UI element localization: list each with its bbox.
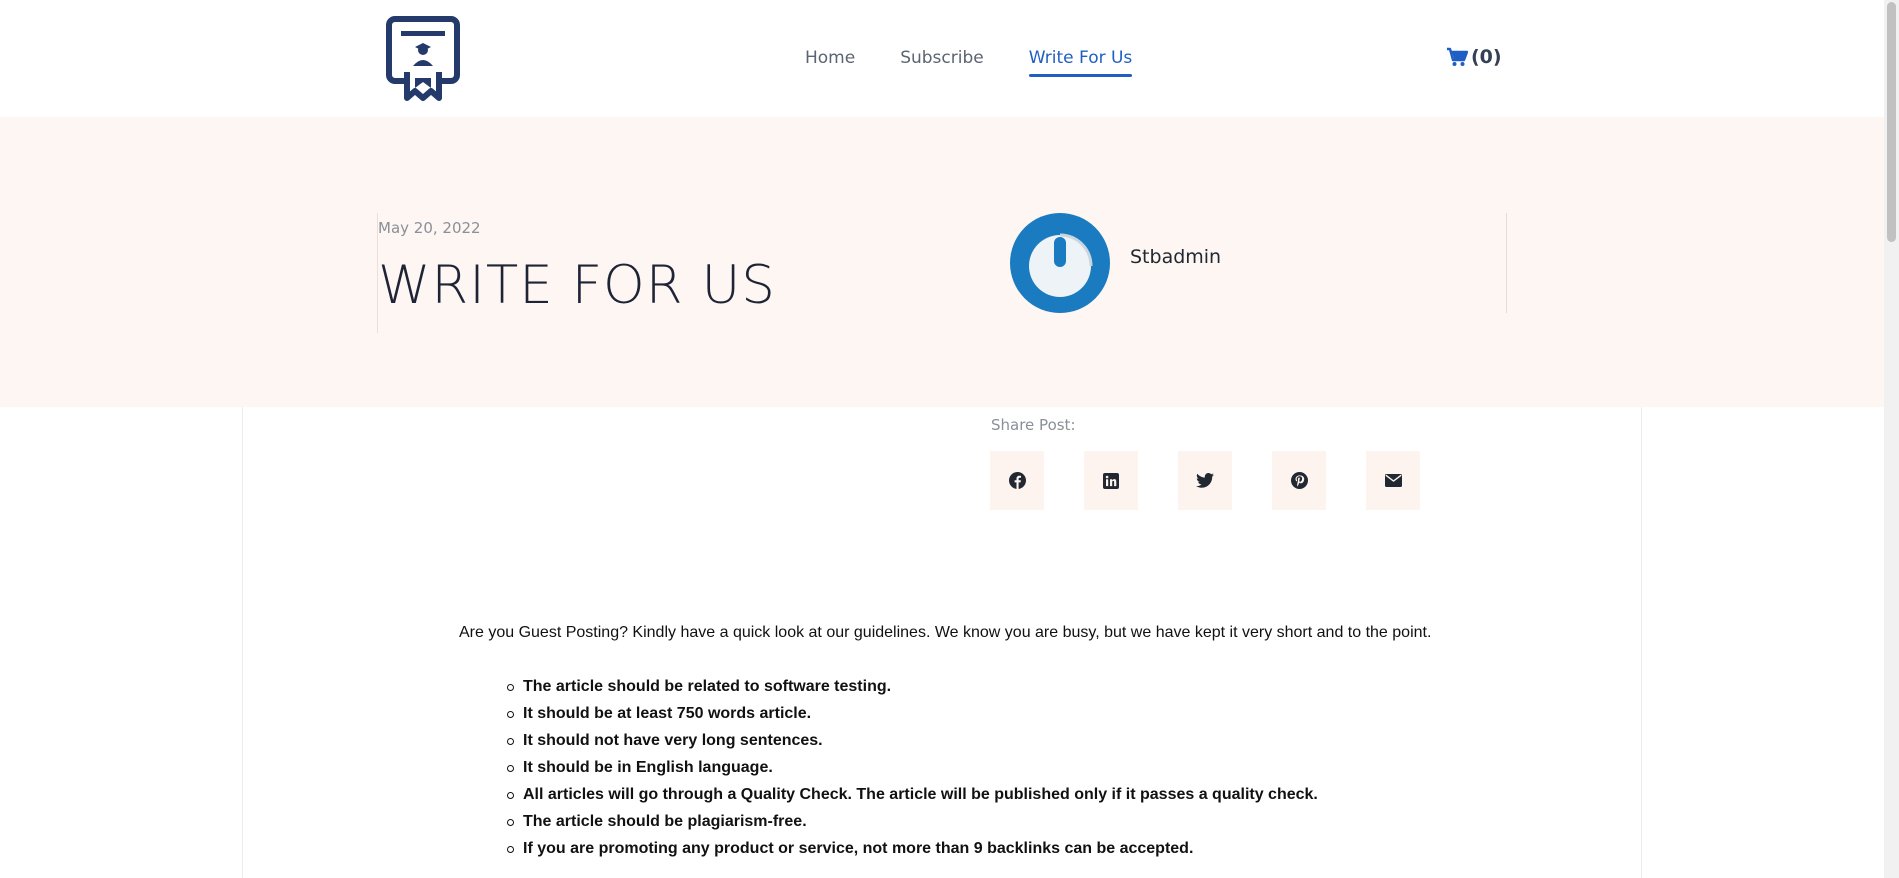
page-title: WRITE FOR US	[378, 255, 776, 316]
share-facebook-button[interactable]	[990, 451, 1044, 510]
envelope-icon	[1384, 474, 1402, 487]
share-pinterest-button[interactable]	[1272, 451, 1326, 510]
author-box: Stbadmin	[1010, 213, 1507, 313]
share-linkedin-button[interactable]	[1084, 451, 1138, 510]
content-border-left	[242, 407, 243, 878]
linkedin-icon	[1103, 472, 1119, 489]
site-header: Home Subscribe Write For Us (0)	[0, 0, 1884, 117]
list-item: All articles will go through a Quality C…	[507, 784, 1318, 811]
author-name[interactable]: Stbadmin	[1130, 246, 1221, 268]
list-item: It should be at least 750 words article.	[507, 703, 1318, 730]
guidelines-list: The article should be related to softwar…	[507, 676, 1318, 865]
twitter-icon	[1196, 473, 1214, 488]
intro-paragraph: Are you Guest Posting? Kindly have a qui…	[459, 624, 1432, 641]
list-item: It should be in English language.	[507, 757, 1318, 784]
list-item: It should not have very long sentences.	[507, 730, 1318, 757]
cart-count: (0)	[1471, 46, 1502, 68]
list-item: The article should be related to softwar…	[507, 676, 1318, 703]
share-email-button[interactable]	[1366, 451, 1420, 510]
post-hero: May 20, 2022 WRITE FOR US Stbadmin	[0, 117, 1884, 407]
certificate-logo-icon[interactable]	[385, 16, 461, 102]
nav-subscribe[interactable]: Subscribe	[900, 48, 984, 68]
avatar[interactable]	[1010, 213, 1110, 313]
nav-home[interactable]: Home	[805, 48, 855, 68]
page: Home Subscribe Write For Us (0) May 20, …	[0, 0, 1884, 878]
main-nav: Home Subscribe Write For Us	[805, 48, 1132, 77]
cart-icon	[1447, 47, 1468, 66]
nav-write-for-us[interactable]: Write For Us	[1028, 48, 1132, 77]
share-label: Share Post:	[991, 416, 1076, 434]
post-date: May 20, 2022	[378, 219, 481, 237]
vertical-scrollbar[interactable]	[1884, 0, 1899, 878]
share-twitter-button[interactable]	[1178, 451, 1232, 510]
cart-button[interactable]: (0)	[1446, 46, 1502, 68]
share-buttons	[990, 451, 1420, 510]
scrollbar-thumb[interactable]	[1887, 2, 1896, 242]
content-border-right	[1641, 407, 1642, 878]
list-item: If you are promoting any product or serv…	[507, 838, 1318, 865]
pinterest-icon	[1290, 472, 1308, 489]
list-item: The article should be plagiarism-free.	[507, 811, 1318, 838]
facebook-icon	[1008, 472, 1026, 489]
